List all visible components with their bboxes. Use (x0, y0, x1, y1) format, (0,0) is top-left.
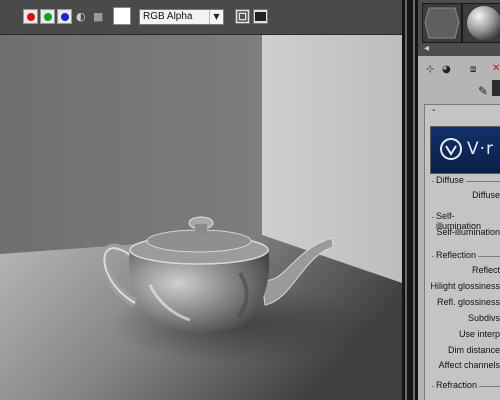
subdivs-label: Subdivs (467, 313, 500, 323)
slot-nav-icon[interactable]: ◂ (424, 43, 429, 54)
color-swatch[interactable] (113, 7, 131, 25)
render-toolbar: ◐ ■ RGB Alpha ▼ (0, 0, 402, 35)
pick-material-icon[interactable]: ⊹ (426, 64, 434, 75)
refraction-group-title: Refraction (434, 380, 480, 390)
vray-logo: V·r (430, 126, 500, 174)
hilight-glossiness-label: Hilight glossiness (430, 281, 500, 291)
use-interp-label: Use interp (458, 329, 500, 339)
channel-select[interactable]: RGB Alpha ▼ (139, 9, 224, 25)
vray-logo-text: V·r (467, 139, 495, 159)
red-channel-icon (27, 13, 35, 21)
diffuse-group-title: Diffuse (434, 175, 466, 185)
rendered-frame-window: ◐ ■ RGB Alpha ▼ (0, 0, 402, 400)
vray-logo-icon (440, 138, 462, 160)
put-to-scene-icon[interactable]: ◕ (442, 64, 451, 75)
monitor-icon (255, 12, 266, 21)
window-icon (237, 11, 248, 22)
sample-slot-2[interactable] (462, 3, 500, 43)
sample-slots-area: ◂ (418, 0, 500, 56)
green-channel-icon (44, 13, 52, 21)
panel-divider (402, 0, 418, 400)
reflect-label: Reflect (471, 265, 500, 275)
chevron-down-icon: ▼ (209, 10, 223, 24)
blue-channel-button[interactable] (57, 9, 72, 24)
material-editor-panel: ◂ ⊹ ◕ ⧈ ✕ ✎ - V·r Diffuse Diffuse Self-i… (418, 0, 500, 400)
reflection-group-title: Reflection (434, 250, 479, 260)
dim-distance-label: Dim distance (447, 345, 500, 355)
reset-map-icon[interactable]: ✕ (492, 63, 500, 74)
teapot-render-image (0, 35, 402, 400)
green-channel-button[interactable] (40, 9, 55, 24)
refl-glossiness-label: Refl. glossiness (436, 297, 500, 307)
eyedropper-icon[interactable]: ✎ (478, 84, 488, 98)
render-viewport (0, 35, 402, 400)
sphere-preview-icon (424, 7, 460, 39)
mono-display-icon[interactable]: ◐ (76, 11, 86, 22)
display-toggle-button[interactable] (235, 9, 250, 24)
material-name-field[interactable] (492, 80, 500, 96)
diffuse-label: Diffuse (472, 190, 500, 200)
sample-slot-1[interactable] (422, 3, 462, 43)
sphere-preview-icon (467, 6, 500, 40)
frame-buffer-button[interactable] (253, 9, 268, 24)
self-illumination-label: Self-illumination (436, 227, 500, 237)
affect-channels-label: Affect channels (438, 360, 500, 370)
assign-material-icon[interactable]: ⧈ (470, 64, 476, 75)
red-channel-button[interactable] (23, 9, 38, 24)
blue-channel-icon (61, 13, 69, 21)
clear-icon[interactable]: ■ (93, 11, 103, 22)
rollout-collapse-button[interactable]: - (432, 105, 435, 116)
